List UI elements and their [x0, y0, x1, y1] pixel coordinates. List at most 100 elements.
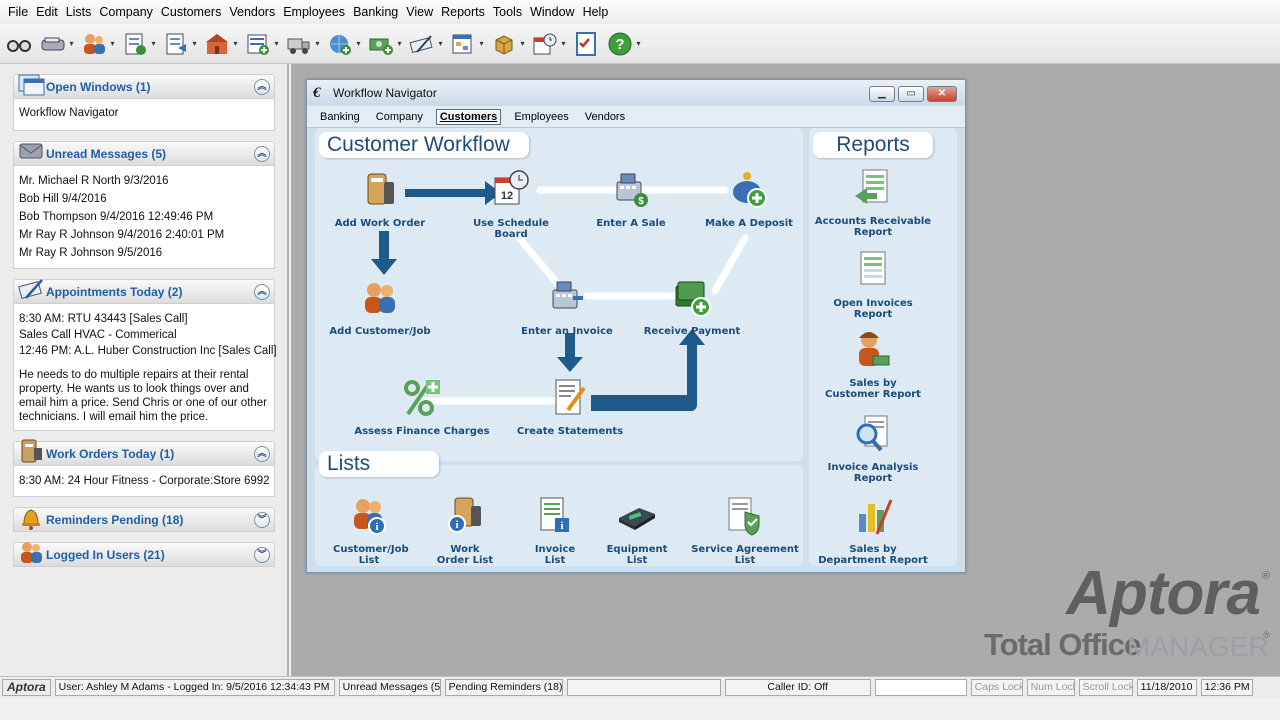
enter-invoice-node[interactable]: Enter an Invoice [507, 276, 627, 337]
sales-by-department-report-node[interactable]: Sales by Department Report [813, 494, 933, 566]
appointment-item[interactable]: 12:46 PM: A.L. Huber Construction Inc [S… [19, 342, 277, 360]
receive-payment-node[interactable]: Receive Payment [632, 276, 752, 337]
menu-help[interactable]: Help [579, 0, 613, 24]
menu-customers[interactable]: Customers [157, 0, 225, 24]
appointments-header[interactable]: Appointments Today (2) ︽ [13, 279, 275, 304]
chevron-down-icon[interactable]: ▾ [150, 39, 157, 48]
checklist-icon[interactable] [571, 29, 601, 59]
menu-window[interactable]: Window [526, 0, 578, 24]
message-item[interactable]: Mr Ray R Johnson 9/4/2016 2:40:01 PM [19, 226, 270, 244]
expand-icon[interactable]: ︾ [254, 512, 270, 528]
open-windows-header[interactable]: Open Windows (1) ︽ [13, 74, 275, 99]
message-item[interactable]: Mr. Michael R North 9/3/2016 [19, 172, 270, 190]
chevron-down-icon[interactable]: ▾ [314, 39, 321, 48]
chevron-down-icon[interactable]: ▾ [437, 39, 444, 48]
chevron-down-icon[interactable]: ▾ [273, 39, 280, 48]
message-item[interactable]: Bob Hill 9/4/2016 [19, 190, 270, 208]
check-pen-icon[interactable] [407, 29, 437, 59]
chevron-down-icon[interactable]: ▾ [109, 39, 116, 48]
open-window-item[interactable]: Workflow Navigator [19, 104, 270, 122]
work-orders-list: 8:30 AM: 24 Hour Fitness - Corporate:Sto… [13, 466, 275, 497]
create-statements-node[interactable]: Create Statements [510, 376, 630, 437]
maximize-button[interactable]: ▭ [898, 86, 924, 102]
equipment-list-label: Equipment List [606, 544, 668, 566]
sales-by-customer-report-label: Sales by Customer Report [825, 378, 921, 400]
message-item[interactable]: Bob Thompson 9/4/2016 12:49:46 PM [19, 208, 270, 226]
brand-subtitle-manager: MANAGER [1127, 631, 1269, 662]
tab-company[interactable]: Company [373, 110, 426, 124]
chevron-down-icon[interactable]: ▾ [478, 39, 485, 48]
sales-by-customer-report-node[interactable]: Sales by Customer Report [813, 328, 933, 400]
add-customer-job-node[interactable]: Add Customer/Job [320, 276, 440, 337]
appointment-item[interactable]: 8:30 AM: RTU 43443 [Sales Call] [19, 310, 270, 328]
menu-file[interactable]: File [4, 0, 32, 24]
chevron-down-icon[interactable]: ▾ [560, 39, 567, 48]
bill-icon[interactable] [161, 29, 191, 59]
work-orders-header[interactable]: Work Orders Today (1) ︽ [13, 439, 275, 466]
tab-employees[interactable]: Employees [511, 110, 571, 124]
service-agreement-list-node[interactable]: Service Agreement List [685, 494, 805, 566]
chevron-down-icon[interactable]: ▾ [635, 39, 642, 48]
inventory-box-icon[interactable] [489, 29, 519, 59]
make-deposit-node[interactable]: Make A Deposit [689, 168, 809, 229]
globe-add-icon[interactable] [325, 29, 355, 59]
scanner-icon[interactable] [38, 29, 68, 59]
open-invoices-report-node[interactable]: Open Invoices Report [813, 248, 933, 320]
status-pending-reminders[interactable]: Pending Reminders (18) [444, 679, 563, 696]
customers-icon [365, 283, 395, 313]
menu-lists[interactable]: Lists [62, 0, 96, 24]
menu-banking[interactable]: Banking [349, 0, 402, 24]
search-glasses-icon[interactable] [4, 29, 34, 59]
customer-money-icon [859, 332, 890, 366]
close-button[interactable]: ✕ [927, 86, 957, 102]
status-input-box[interactable] [874, 679, 967, 696]
chevron-down-icon[interactable]: ▾ [191, 39, 198, 48]
menu-tools[interactable]: Tools [489, 0, 526, 24]
truck-icon[interactable] [284, 29, 314, 59]
chevron-down-icon[interactable]: ▾ [519, 39, 526, 48]
app-logo-icon: € [313, 85, 321, 101]
minimize-button[interactable]: ▁ [869, 86, 895, 102]
collapse-icon[interactable]: ︽ [254, 284, 270, 300]
chevron-down-icon[interactable]: ▾ [355, 39, 362, 48]
collapse-icon[interactable]: ︽ [254, 79, 270, 95]
reminders-header[interactable]: Reminders Pending (18) ︾ [13, 507, 275, 532]
add-work-order-node[interactable]: Add Work Order [320, 168, 440, 229]
building-icon[interactable] [202, 29, 232, 59]
tab-vendors[interactable]: Vendors [582, 110, 628, 124]
expand-icon[interactable]: ︾ [254, 547, 270, 563]
enter-sale-node[interactable]: $ Enter A Sale [571, 168, 691, 229]
message-item[interactable]: Mr Ray R Johnson 9/5/2016 [19, 244, 270, 262]
window-titlebar[interactable]: € Workflow Navigator ▁ ▭ ✕ [307, 80, 965, 106]
help-icon[interactable]: ? [605, 29, 635, 59]
accounts-receivable-report-node[interactable]: Accounts Receivable Report [813, 166, 933, 238]
tab-customers[interactable]: Customers [435, 108, 502, 125]
tab-banking[interactable]: Banking [317, 110, 363, 124]
unread-messages-header[interactable]: Unread Messages (5) ︽ [13, 141, 275, 166]
menu-reports[interactable]: Reports [437, 0, 489, 24]
collapse-icon[interactable]: ︽ [254, 446, 270, 462]
customers-icon[interactable] [79, 29, 109, 59]
money-add-icon[interactable] [366, 29, 396, 59]
chevron-down-icon[interactable]: ▾ [68, 39, 75, 48]
menu-view[interactable]: View [402, 0, 437, 24]
use-schedule-board-node[interactable]: 12 Use Schedule Board [451, 168, 571, 240]
menu-edit[interactable]: Edit [32, 0, 62, 24]
assess-finance-charges-node[interactable]: Assess Finance Charges [347, 376, 497, 437]
calendar-clock-icon[interactable] [530, 29, 560, 59]
schedule-board-icon[interactable] [448, 29, 478, 59]
invoice-analysis-report-node[interactable]: Invoice Analysis Report [813, 412, 933, 484]
add-list-icon[interactable] [243, 29, 273, 59]
logged-in-users-header[interactable]: Logged In Users (21) ︾ [13, 542, 275, 567]
menu-employees[interactable]: Employees [279, 0, 349, 24]
menu-vendors[interactable]: Vendors [225, 0, 279, 24]
equipment-list-node[interactable]: Equipment List [577, 494, 697, 566]
collapse-icon[interactable]: ︽ [254, 146, 270, 162]
chevron-down-icon[interactable]: ▾ [396, 39, 403, 48]
status-unread-messages[interactable]: Unread Messages (5) [338, 679, 441, 696]
menu-company[interactable]: Company [95, 0, 157, 24]
svg-text:i: i [560, 520, 563, 532]
chevron-down-icon[interactable]: ▾ [232, 39, 239, 48]
work-order-item[interactable]: 8:30 AM: 24 Hour Fitness - Corporate:Sto… [19, 472, 270, 490]
invoice-icon[interactable] [120, 29, 150, 59]
